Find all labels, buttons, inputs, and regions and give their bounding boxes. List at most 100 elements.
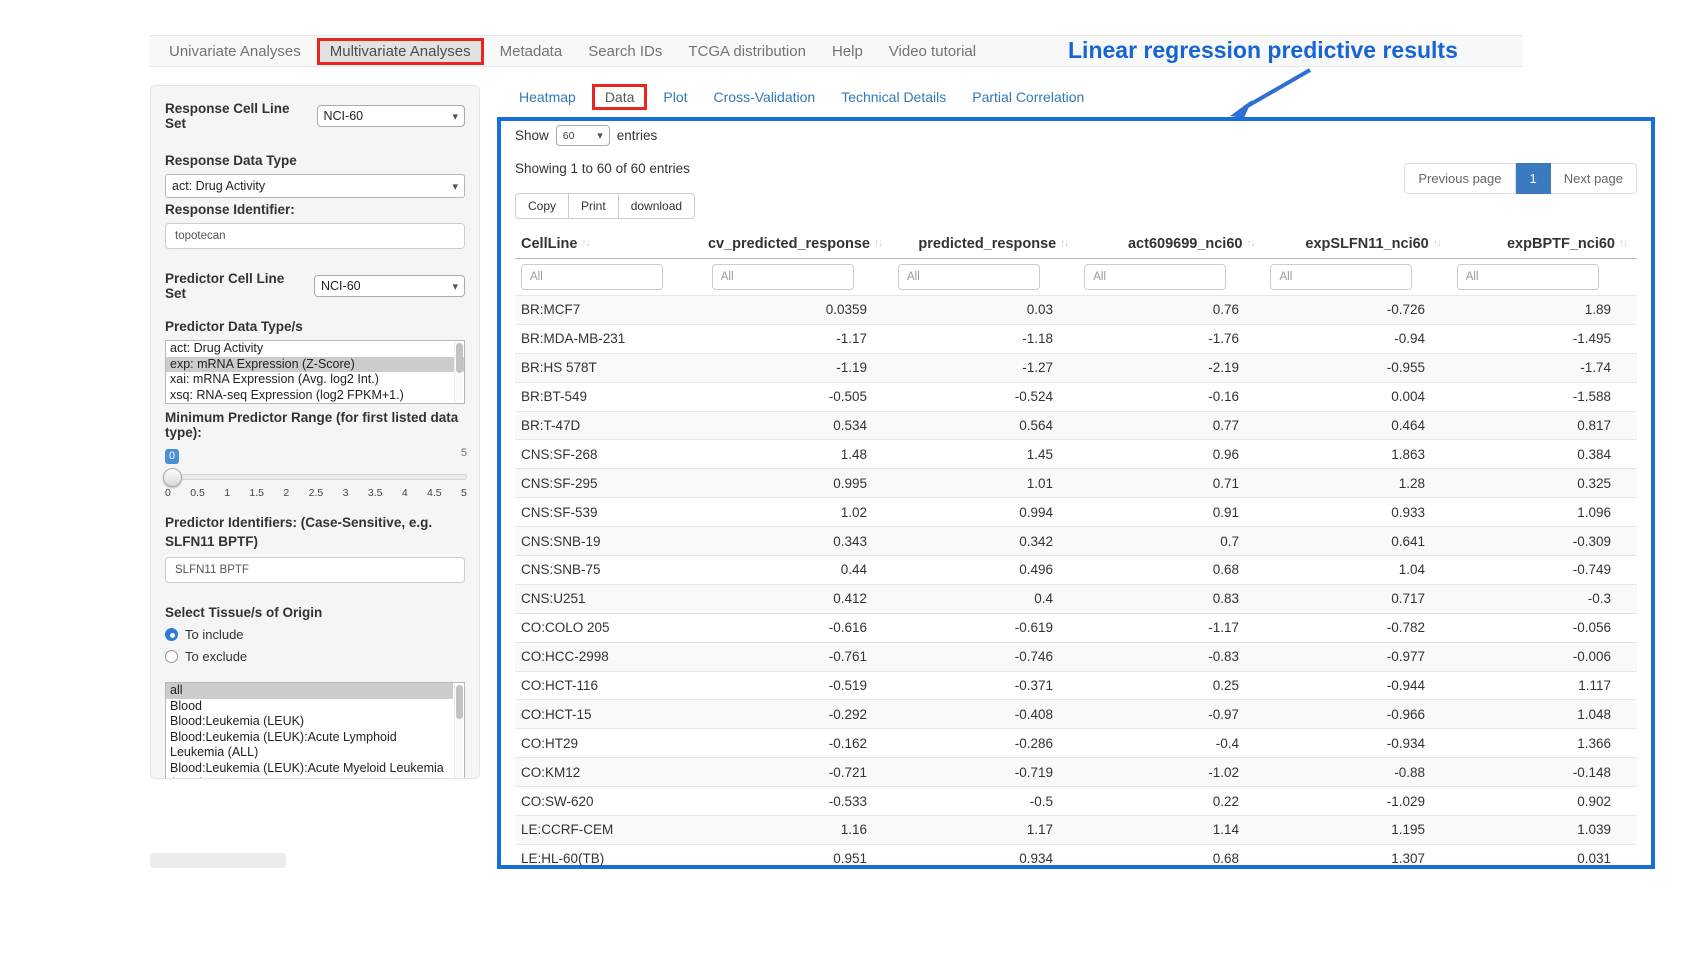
- nav-item[interactable]: Multivariate Analyses: [317, 38, 484, 65]
- listbox-option[interactable]: Blood:Leukemia (LEUK):Acute Lymphoid Leu…: [166, 730, 453, 761]
- column-header[interactable]: expSLFN11_nci60 ↑↓: [1264, 236, 1450, 252]
- column-header[interactable]: expBPTF_nci60 ↑↓: [1451, 236, 1637, 252]
- nav-item[interactable]: Metadata: [487, 38, 576, 65]
- result-tab[interactable]: Plot: [650, 84, 700, 110]
- listbox-option[interactable]: Blood:Leukemia (LEUK):Acute Myeloid Leuk…: [166, 761, 453, 780]
- predictor-data-types-listbox: act: Drug Activityexp: mRNA Expression (…: [165, 340, 465, 404]
- column-filter-input[interactable]: [521, 264, 663, 290]
- predictor-identifiers-input[interactable]: [165, 557, 465, 583]
- current-page-button[interactable]: 1: [1516, 163, 1551, 194]
- page-length-select[interactable]: 60 ▾: [556, 125, 610, 146]
- expslfn11-cell: 1.307: [1265, 851, 1451, 866]
- predicted-response-cell: -0.719: [893, 765, 1079, 780]
- result-tab[interactable]: Heatmap: [506, 84, 589, 110]
- nav-item[interactable]: Univariate Analyses: [156, 38, 314, 65]
- predicted-response-cell: 0.496: [893, 562, 1079, 577]
- act609699-cell: -1.02: [1079, 765, 1265, 780]
- expslfn11-cell: -0.944: [1265, 678, 1451, 693]
- act609699-cell: 0.83: [1079, 591, 1265, 606]
- slider-handle[interactable]: [163, 468, 182, 487]
- column-filter-input[interactable]: [1270, 264, 1412, 290]
- nav-item[interactable]: Video tutorial: [876, 38, 989, 65]
- listbox-option[interactable]: xai: mRNA Expression (Avg. log2 Int.): [166, 372, 464, 388]
- nav-item[interactable]: TCGA distribution: [675, 38, 819, 65]
- export-button[interactable]: download: [619, 193, 695, 219]
- nav-item[interactable]: Search IDs: [575, 38, 675, 65]
- annotation-arrow-icon: [1222, 64, 1314, 120]
- previous-page-button[interactable]: Previous page: [1404, 163, 1515, 194]
- chevron-down-icon: ▾: [452, 110, 458, 123]
- cv-predicted-response-cell: 1.48: [707, 447, 893, 462]
- column-header[interactable]: predicted_response ↑↓: [892, 236, 1078, 252]
- response-identifier-input[interactable]: [165, 223, 465, 249]
- scrollbar-thumb[interactable]: [456, 685, 463, 719]
- show-label: Show: [515, 128, 549, 143]
- predictor-data-types-label: Predictor Data Type/s: [165, 319, 465, 334]
- pagination: Previous page 1 Next page: [1404, 163, 1637, 194]
- response-cell-line-set-select[interactable]: NCI-60 ▾: [317, 105, 466, 127]
- listbox-option[interactable]: exp: mRNA Expression (Z-Score): [166, 357, 464, 373]
- table-row: CO:HCT-116 -0.519 -0.371 0.25 -0.944 1.1…: [515, 671, 1637, 700]
- cell-line-cell: CNS:SF-539: [515, 505, 707, 520]
- listbox-option[interactable]: act: Drug Activity: [166, 341, 464, 357]
- next-page-button[interactable]: Next page: [1551, 163, 1637, 194]
- expslfn11-cell: 1.28: [1265, 476, 1451, 491]
- table-row: CNS:SF-539 1.02 0.994 0.91 0.933 1.096: [515, 497, 1637, 526]
- predicted-response-cell: 0.934: [893, 851, 1079, 866]
- table-row: BR:BT-549 -0.505 -0.524 -0.16 0.004 -1.5…: [515, 382, 1637, 411]
- cell-line-cell: CO:HCT-15: [515, 707, 707, 722]
- listbox-option[interactable]: Blood: [166, 699, 453, 715]
- table-row: CNS:SF-268 1.48 1.45 0.96 1.863 0.384: [515, 439, 1637, 468]
- export-button[interactable]: Print: [569, 193, 619, 219]
- act609699-cell: 0.22: [1079, 794, 1265, 809]
- cell-line-cell: BR:T-47D: [515, 418, 707, 433]
- entries-label: entries: [617, 128, 658, 143]
- table-row: LE:HL-60(TB) 0.951 0.934 0.68 1.307 0.03…: [515, 844, 1637, 873]
- slider-tick-label: 2.5: [309, 487, 324, 499]
- slider-max-label: 5: [461, 447, 467, 459]
- result-tab[interactable]: Cross-Validation: [701, 84, 829, 110]
- listbox-option[interactable]: xsq: RNA-seq Expression (log2 FPKM+1.): [166, 388, 464, 404]
- cv-predicted-response-cell: 1.02: [707, 505, 893, 520]
- cv-predicted-response-cell: 0.951: [707, 851, 893, 866]
- slider-track[interactable]: [165, 474, 467, 480]
- scrollbar-thumb[interactable]: [456, 343, 463, 373]
- cv-predicted-response-cell: 0.995: [707, 476, 893, 491]
- cell-line-cell: CNS:SNB-19: [515, 534, 707, 549]
- expbptf-cell: 0.817: [1451, 418, 1637, 433]
- act609699-cell: 0.76: [1079, 302, 1265, 317]
- column-filter-input[interactable]: [712, 264, 854, 290]
- act609699-cell: 1.14: [1079, 822, 1265, 837]
- column-header[interactable]: cv_predicted_response ↑↓: [706, 236, 892, 252]
- listbox-option[interactable]: Blood:Leukemia (LEUK): [166, 714, 453, 730]
- nav-item[interactable]: Help: [819, 38, 876, 65]
- column-filter-input[interactable]: [1457, 264, 1599, 290]
- expslfn11-cell: 0.717: [1265, 591, 1451, 606]
- cv-predicted-response-cell: -0.292: [707, 707, 893, 722]
- act609699-cell: -0.83: [1079, 649, 1265, 664]
- tissue-origin-label: Select Tissue/s of Origin: [165, 605, 465, 620]
- cell-line-cell: LE:CCRF-CEM: [515, 822, 707, 837]
- sort-icon: ↑↓: [874, 238, 882, 249]
- result-tab[interactable]: Technical Details: [828, 84, 959, 110]
- listbox-option[interactable]: all: [166, 683, 453, 699]
- cell-line-cell: CO:KM12: [515, 765, 707, 780]
- column-header[interactable]: act609699_nci60 ↑↓: [1078, 236, 1264, 252]
- cell-line-cell: CO:HCC-2998: [515, 649, 707, 664]
- predictor-cell-line-set-select[interactable]: NCI-60 ▾: [314, 275, 465, 297]
- result-tab[interactable]: Partial Correlation: [959, 84, 1097, 110]
- export-button[interactable]: Copy: [515, 193, 569, 219]
- tissue-radio[interactable]: To include: [165, 627, 465, 642]
- table-row: BR:MDA-MB-231 -1.17 -1.18 -1.76 -0.94 -1…: [515, 324, 1637, 353]
- column-filter-input[interactable]: [898, 264, 1040, 290]
- predicted-response-cell: 1.01: [893, 476, 1079, 491]
- table-row: BR:HS 578T -1.19 -1.27 -2.19 -0.955 -1.7…: [515, 353, 1637, 382]
- response-data-type-select[interactable]: act: Drug Activity ▾: [165, 174, 465, 198]
- column-header[interactable]: CellLine ↑↓: [515, 236, 706, 252]
- cell-line-cell: CNS:SNB-75: [515, 562, 707, 577]
- response-cell-line-set-label: Response Cell Line Set: [165, 101, 311, 131]
- column-filter-input[interactable]: [1084, 264, 1226, 290]
- tissue-radio[interactable]: To exclude: [165, 649, 465, 664]
- result-tab[interactable]: Data: [592, 84, 648, 110]
- response-identifier-label: Response Identifier:: [165, 202, 465, 217]
